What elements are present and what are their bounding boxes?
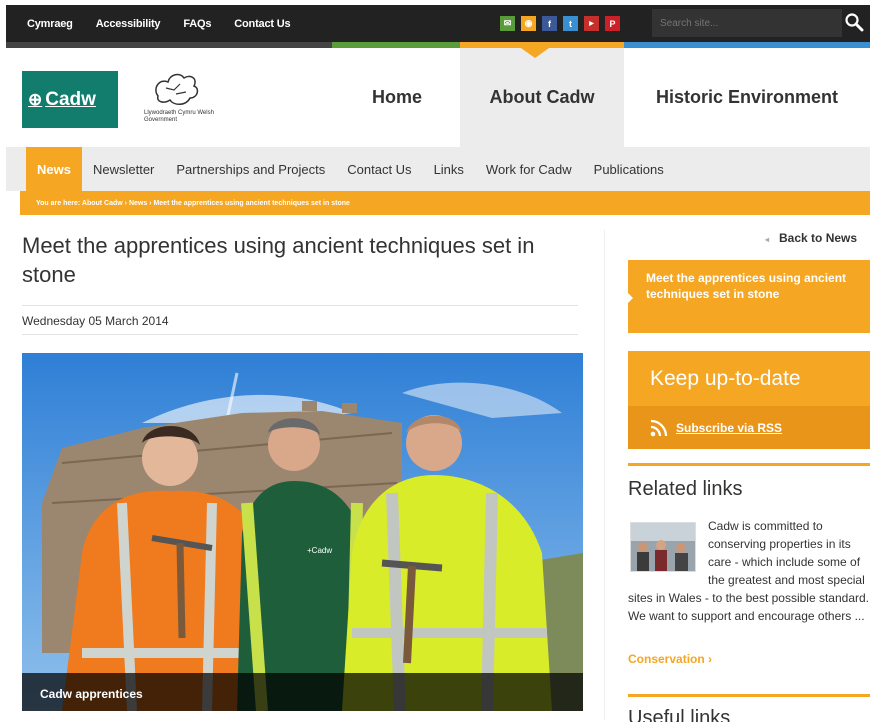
sidebar-divider bbox=[604, 230, 605, 720]
cadw-cross-icon: ⊕ bbox=[28, 89, 43, 109]
current-item-arrow-icon bbox=[628, 293, 633, 303]
top-utility-bar: Cymraeg Accessibility FAQs Contact Us ✉ … bbox=[6, 5, 870, 42]
back-link-label: Back to News bbox=[779, 231, 858, 245]
language-link[interactable]: Cymraeg bbox=[27, 18, 73, 30]
subnav-contact-us[interactable]: Contact Us bbox=[336, 147, 422, 191]
keep-up-to-date-box: Keep up-to-date Subscribe via RSS bbox=[628, 351, 870, 449]
facebook-icon[interactable]: f bbox=[542, 16, 557, 31]
pinterest-icon[interactable]: P bbox=[605, 16, 620, 31]
useful-links-title: Useful links bbox=[628, 707, 731, 722]
rss-icon[interactable]: ◉ bbox=[521, 16, 536, 31]
sub-nav: News Newsletter Partnerships and Project… bbox=[6, 147, 870, 191]
subnav-news[interactable]: News bbox=[26, 147, 82, 191]
nav-historic-environment[interactable]: Historic Environment bbox=[624, 48, 870, 147]
page-title: Meet the apprentices using ancient techn… bbox=[22, 233, 535, 287]
social-icons: ✉ ◉ f t ▶ P bbox=[500, 16, 620, 31]
divider bbox=[22, 334, 578, 335]
breadcrumb[interactable]: You are here: About Cadw › News › Meet t… bbox=[20, 191, 870, 215]
faqs-link[interactable]: FAQs bbox=[183, 18, 211, 30]
subnav-links[interactable]: Links bbox=[423, 147, 475, 191]
youtube-icon[interactable]: ▶ bbox=[584, 16, 599, 31]
logo-text: Cadw bbox=[45, 88, 96, 110]
search-input[interactable] bbox=[652, 9, 842, 37]
related-photo bbox=[631, 523, 695, 571]
svg-text:+Cadw: +Cadw bbox=[307, 546, 332, 555]
sidebar-rule bbox=[628, 694, 870, 697]
accessibility-link[interactable]: Accessibility bbox=[96, 18, 161, 30]
subnav-publications[interactable]: Publications bbox=[583, 147, 675, 191]
rss-icon bbox=[650, 419, 668, 436]
article-date: Wednesday 05 March 2014 bbox=[22, 314, 169, 328]
related-links-title: Related links bbox=[628, 478, 743, 500]
active-nav-notch bbox=[521, 48, 549, 58]
email-icon[interactable]: ✉ bbox=[500, 16, 515, 31]
cadw-logo[interactable]: ⊕ Cadw bbox=[22, 71, 118, 128]
keep-up-to-date-title: Keep up-to-date bbox=[650, 367, 801, 390]
sidebar-rule bbox=[628, 463, 870, 466]
apprentices-photo: +Cadw bbox=[22, 353, 583, 711]
subscribe-rss-button[interactable]: Subscribe via RSS bbox=[628, 406, 870, 449]
twitter-icon[interactable]: t bbox=[563, 16, 578, 31]
main-nav: Home About Cadw Historic Environment bbox=[334, 48, 870, 147]
contact-us-link[interactable]: Contact Us bbox=[234, 18, 290, 30]
divider bbox=[22, 305, 578, 306]
image-caption: Cadw apprentices bbox=[22, 673, 583, 711]
sidebar-current-item[interactable]: Meet the apprentices using ancient techn… bbox=[628, 260, 870, 333]
nav-about-cadw[interactable]: About Cadw bbox=[460, 48, 624, 147]
subnav-work-for-cadw[interactable]: Work for Cadw bbox=[475, 147, 583, 191]
chevron-left-icon: ◂ bbox=[765, 235, 770, 244]
article-image: +Cadw Cadw apprentices bbox=[22, 353, 583, 711]
search-icon[interactable] bbox=[844, 12, 864, 32]
subnav-partnerships[interactable]: Partnerships and Projects bbox=[165, 147, 336, 191]
utility-links: Cymraeg Accessibility FAQs Contact Us bbox=[6, 18, 313, 30]
related-link-thumbnail[interactable] bbox=[630, 522, 696, 572]
subscribe-label: Subscribe via RSS bbox=[676, 420, 783, 435]
site-header: ⊕ Cadw Llywodraeth Cymru Welsh Governmen… bbox=[6, 48, 870, 147]
conservation-link[interactable]: Conservation › bbox=[628, 652, 712, 666]
subnav-newsletter[interactable]: Newsletter bbox=[82, 147, 165, 191]
gov-logo-text: Llywodraeth Cymru Welsh Government bbox=[144, 110, 214, 123]
back-to-news-link[interactable]: ◂ Back to News bbox=[765, 231, 857, 245]
nav-home[interactable]: Home bbox=[334, 48, 460, 147]
